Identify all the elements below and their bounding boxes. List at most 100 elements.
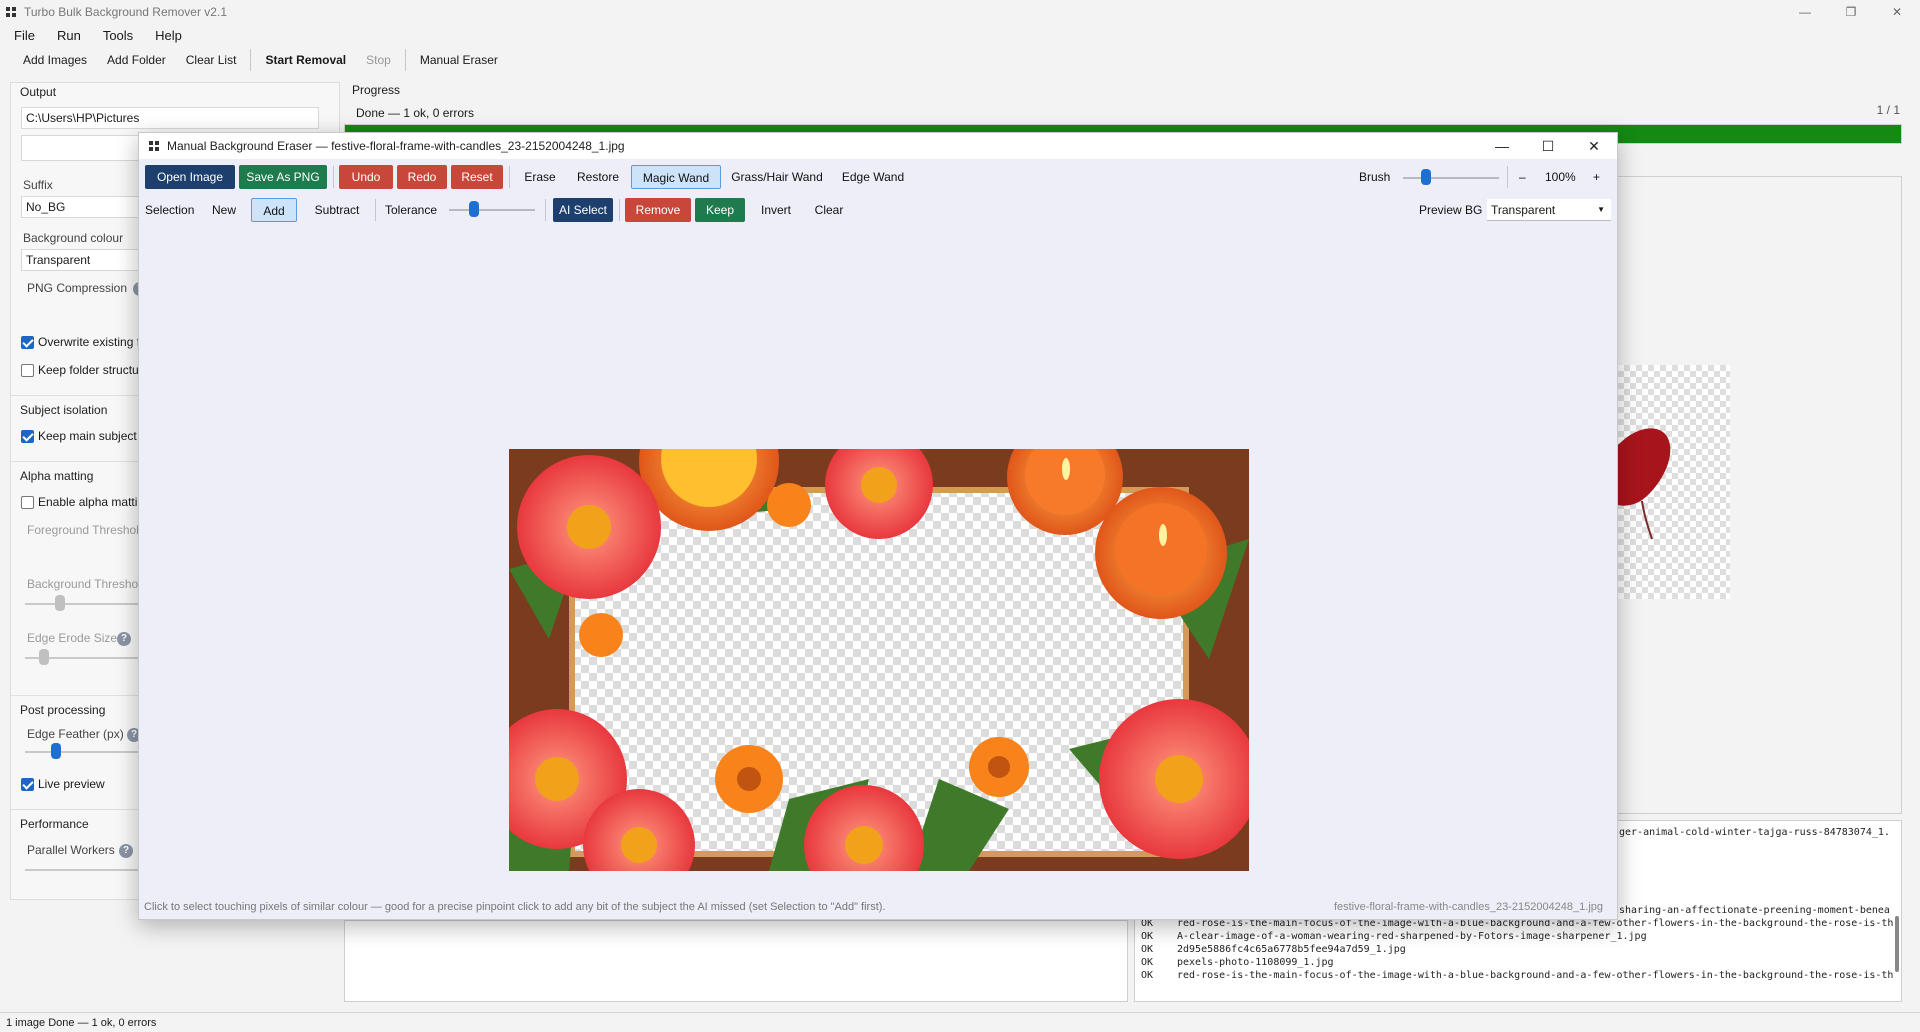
toolbar-separator [1507,166,1508,188]
zoom-out-button[interactable]: – [1519,166,1526,188]
live-preview-checkbox[interactable]: Live preview [21,777,105,791]
dialog-title: Manual Background Eraser — festive-flora… [167,139,625,153]
erase-tool[interactable]: Erase [515,165,565,189]
keep-button[interactable]: Keep [695,198,745,222]
restore-icon[interactable]: ❐ [1828,0,1874,24]
edited-image[interactable] [509,449,1249,871]
log-partial-line: sharing-an-affectionate-preening-moment-… [1619,905,1890,916]
invert-button[interactable]: Invert [751,198,801,222]
maximize-icon[interactable]: ☐ [1525,133,1571,159]
close-icon[interactable]: ✕ [1571,133,1617,159]
dialog-current-file: festive-floral-frame-with-candles_23-215… [1333,901,1603,913]
help-icon[interactable]: ? [119,844,133,858]
preview-bg-label: Preview BG [1419,203,1483,217]
clear-selection-button[interactable]: Clear [809,198,849,222]
edge-erode-slider[interactable] [39,649,49,665]
checkbox-checked-icon [21,777,34,791]
checkbox-checked-icon [21,429,34,443]
keep-main-subject-checkbox[interactable]: Keep main subject [21,429,137,443]
menu-run[interactable]: Run [57,28,81,43]
minimize-icon[interactable]: — [1782,0,1828,24]
restore-tool[interactable]: Restore [569,165,627,189]
help-icon[interactable]: ? [117,632,131,646]
toolbar-separator [404,49,406,71]
add-images-button[interactable]: Add Images [13,49,97,71]
tolerance-slider-track [449,209,535,211]
suffix-label: Suffix [23,178,53,192]
menu-help[interactable]: Help [155,28,182,43]
app-grid-icon [6,7,16,17]
alpha-matting-label: Alpha matting [20,469,94,483]
brush-slider-track [1403,177,1499,179]
reset-button[interactable]: Reset [451,165,503,189]
window-title: Turbo Bulk Background Remover v2.1 [24,5,227,19]
selection-subtract-button[interactable]: Subtract [303,198,371,222]
progress-label: Progress [352,83,401,97]
progress-count: 1 / 1 [1876,103,1900,117]
stop-button[interactable]: Stop [356,49,401,71]
minimize-icon[interactable]: — [1479,133,1525,159]
app-grid-icon [149,141,159,151]
enable-alpha-checkbox[interactable]: Enable alpha mattin [21,495,144,509]
log-status: OK [1141,957,1154,968]
open-image-button[interactable]: Open Image [145,165,235,189]
log-file: red-rose-is-the-main-focus-of-the-image-… [1177,970,1894,981]
performance-label: Performance [20,817,89,831]
dialog-hint-text: Click to select touching pixels of simil… [144,901,886,913]
edge-feather-slider[interactable] [51,743,61,759]
clear-list-button[interactable]: Clear List [176,49,247,71]
output-path-field[interactable]: C:\Users\HP\Pictures [21,107,319,129]
add-folder-button[interactable]: Add Folder [97,49,176,71]
preview-rose-image [1618,428,1671,540]
menu-file[interactable]: File [14,28,35,43]
log-line: OK red-rose-is-the-main-focus-of-the-imag… [1141,970,1893,981]
editing-canvas[interactable] [139,229,1617,893]
log-scrollbar[interactable] [1895,916,1899,972]
subject-isolation-label: Subject isolation [20,403,108,417]
preview-bg-select[interactable]: Transparent ▼ [1487,199,1611,221]
magic-wand-tool[interactable]: Magic Wand [631,165,721,189]
parallel-workers-label: Parallel Workers [27,843,115,857]
selection-add-button[interactable]: Add [251,198,297,222]
save-png-button[interactable]: Save As PNG [239,165,327,189]
main-titlebar: Turbo Bulk Background Remover v2.1 — ❐ ✕ [0,0,1920,24]
start-removal-button[interactable]: Start Removal [255,49,356,71]
edge-feather-slider-track [25,751,145,753]
checkbox-checked-icon [21,335,34,349]
log-partial-line: ger-animal-cold-winter-tajga-russ-847830… [1619,827,1890,838]
bg-threshold-slider-track [25,603,145,605]
keep-folder-checkbox[interactable]: Keep folder structu [21,363,139,377]
redo-button[interactable]: Redo [397,165,447,189]
file-list[interactable] [344,920,1128,1002]
bg-colour-label: Background colour [23,231,124,245]
zoom-in-button[interactable]: + [1593,166,1600,188]
dialog-toolbar-row2: Selection New Add Subtract Tolerance AI … [145,198,1611,222]
log-status: OK [1141,944,1154,955]
menu-tools[interactable]: Tools [103,28,133,43]
toolbar-separator [375,199,376,221]
log-line: OK pexels-photo-1108099_1.jpg [1141,957,1334,968]
progress-status: Done — 1 ok, 0 errors [356,106,475,120]
brush-size-slider[interactable] [1421,169,1431,185]
close-icon[interactable]: ✕ [1874,0,1920,24]
log-status: OK [1141,970,1154,981]
undo-button[interactable]: Undo [339,165,393,189]
ai-select-button[interactable]: AI Select [553,198,613,222]
tolerance-slider[interactable] [469,201,479,217]
output-label: Output [20,85,57,99]
overwrite-checkbox[interactable]: Overwrite existing f [21,335,140,349]
log-file: pexels-photo-1108099_1.jpg [1177,957,1334,968]
toolbar-separator [333,166,334,188]
remove-button[interactable]: Remove [625,198,691,222]
selection-new-button[interactable]: New [205,198,243,222]
log-line: OK A-clear-image-of-a-woman-wearing-red-s… [1141,931,1647,942]
live-preview-label: Live preview [38,777,105,791]
log-file: 2d95e5886fc4c65a6778b5fee94a7d59_1.jpg [1177,944,1406,955]
manual-eraser-button[interactable]: Manual Eraser [410,49,508,71]
grass-hair-wand-tool[interactable]: Grass/Hair Wand [725,165,829,189]
bg-threshold-slider[interactable] [55,595,65,611]
edge-wand-tool[interactable]: Edge Wand [835,165,911,189]
overwrite-label: Overwrite existing f [38,335,141,349]
keep-main-subject-label: Keep main subject [38,429,137,443]
dialog-toolbar-row1: Open Image Save As PNG Undo Redo Reset E… [145,165,1611,189]
